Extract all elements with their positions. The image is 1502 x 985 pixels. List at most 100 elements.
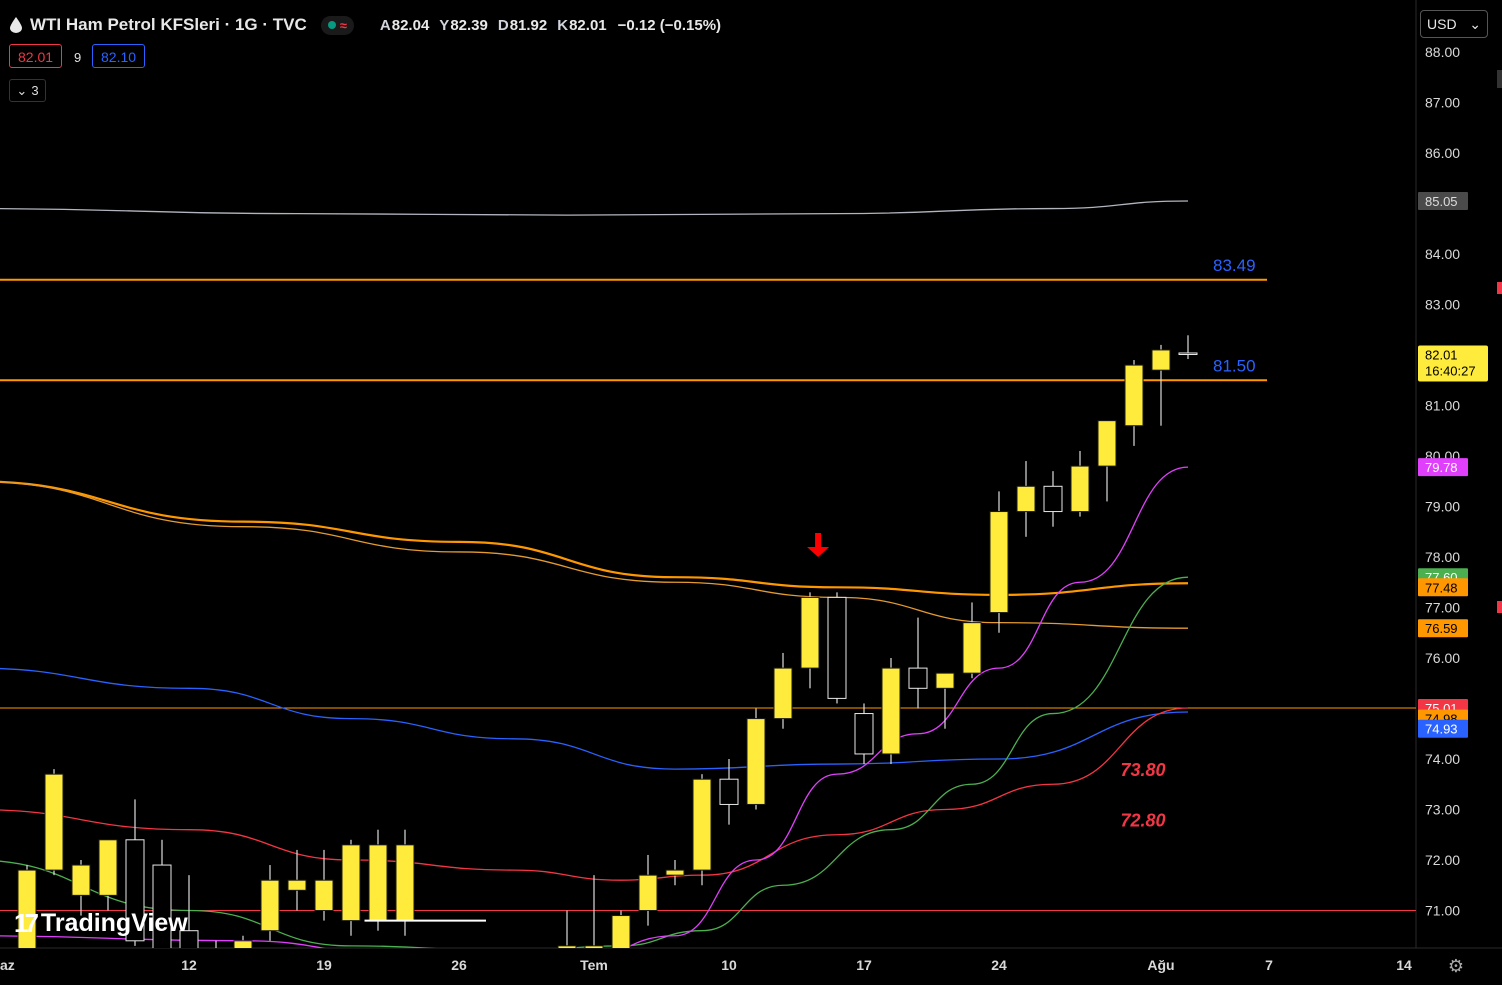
candle-body[interactable] xyxy=(98,839,118,896)
price-tick-label: 87.00 xyxy=(1425,95,1460,111)
horizontal-line-label: 81.50 xyxy=(1213,356,1256,375)
time-tick-label: 14 xyxy=(1396,957,1412,973)
buy-price-button[interactable]: 82.10 xyxy=(92,44,146,68)
candle-body[interactable] xyxy=(908,667,928,689)
chart-header: WTI Ham Petrol KFSleri · 1G · TVC ≈ A82.… xyxy=(10,12,721,38)
price-tick-label: 79.00 xyxy=(1425,499,1460,515)
candle-body[interactable] xyxy=(341,844,361,922)
ohlc-readout: A82.04 Y82.39 D81.92 K82.01 −0.12 (−0.15… xyxy=(379,16,722,34)
candle-body[interactable] xyxy=(395,844,415,922)
moving-average-line xyxy=(0,480,1189,596)
price-chart[interactable]: 83.4981.5073.8072.8088.0087.0086.0085.00… xyxy=(0,0,1502,985)
candle-body[interactable] xyxy=(746,718,766,805)
chevron-down-icon: ⌄ xyxy=(16,82,28,98)
price-tick-label: 71.00 xyxy=(1425,903,1460,919)
candle-body[interactable] xyxy=(1097,420,1117,467)
candle-body[interactable] xyxy=(800,596,820,669)
chevron-down-icon: ⌄ xyxy=(1469,15,1481,32)
candle-body[interactable] xyxy=(1016,485,1036,513)
time-tick-label: Tem xyxy=(580,957,608,973)
candle-body[interactable] xyxy=(1178,352,1198,355)
currency-label: USD xyxy=(1427,16,1457,32)
time-tick-label: 7 xyxy=(1265,957,1273,973)
candle-body[interactable] xyxy=(935,672,955,689)
candle-body[interactable] xyxy=(287,879,307,891)
candle-body[interactable] xyxy=(584,945,604,956)
tradingview-logo: 17 TradingView xyxy=(14,908,188,939)
time-tick-label: 17 xyxy=(856,957,872,973)
candle-body[interactable] xyxy=(827,596,847,699)
price-tick-label: 72.00 xyxy=(1425,852,1460,868)
price-tick-label: 86.00 xyxy=(1425,145,1460,161)
horizontal-line-label: 83.49 xyxy=(1213,256,1256,275)
last-price-label: 82.01 xyxy=(1425,347,1458,362)
candle-body[interactable] xyxy=(1124,364,1144,427)
price-tick-label: 81.00 xyxy=(1425,398,1460,414)
indicators-toggle[interactable]: ⌄ 3 xyxy=(9,79,46,102)
price-tick-label: 88.00 xyxy=(1425,44,1460,60)
time-tick-label: 26 xyxy=(451,957,467,973)
oil-drop-icon xyxy=(10,17,22,33)
price-axis-badge-label: 76.59 xyxy=(1425,621,1458,636)
candle-body[interactable] xyxy=(260,879,280,932)
price-tick-label: 84.00 xyxy=(1425,246,1460,262)
currency-select[interactable]: USD ⌄ xyxy=(1420,10,1488,38)
market-status[interactable]: ≈ xyxy=(320,15,354,35)
market-open-icon xyxy=(327,21,336,29)
price-axis-badge-label: 77.48 xyxy=(1425,580,1458,595)
time-tick-label: Ağu xyxy=(1147,957,1174,973)
price-axis-badge-label: 85.05 xyxy=(1425,194,1458,209)
candle-body[interactable] xyxy=(1070,465,1090,513)
candle-body[interactable] xyxy=(611,915,631,951)
time-tick-label: 10 xyxy=(721,957,737,973)
candle-body[interactable] xyxy=(557,945,577,956)
candle-body[interactable] xyxy=(207,951,225,961)
price-annotation: 73.80 xyxy=(1121,760,1166,780)
price-tick-label: 83.00 xyxy=(1425,297,1460,313)
time-tick-label: az xyxy=(0,957,15,973)
bar-countdown-label: 16:40:27 xyxy=(1425,363,1476,378)
symbol-title[interactable]: WTI Ham Petrol KFSleri · 1G · TVC xyxy=(30,15,307,35)
candle-body[interactable] xyxy=(773,667,793,720)
indicators-count: 3 xyxy=(31,83,39,98)
candle-body[interactable] xyxy=(638,874,658,912)
edge-marker xyxy=(1497,282,1502,294)
candle-body[interactable] xyxy=(854,713,874,755)
price-axis-badge-label: 79.78 xyxy=(1425,460,1458,475)
price-axis-badge-label: 74.93 xyxy=(1425,722,1458,737)
candle-body[interactable] xyxy=(44,773,64,871)
candle-body[interactable] xyxy=(692,778,712,871)
logo-text: TradingView xyxy=(40,909,188,937)
moving-average-line xyxy=(0,200,1189,216)
candle-body[interactable] xyxy=(719,778,739,805)
wave-icon: ≈ xyxy=(339,17,347,33)
moving-average-line xyxy=(0,707,1189,881)
price-annotation: 72.80 xyxy=(1121,811,1166,831)
moving-average-line xyxy=(0,481,1189,629)
settings-icon[interactable]: ⚙ xyxy=(1446,956,1466,976)
sell-price-button[interactable]: 82.01 xyxy=(9,44,63,68)
price-tick-label: 77.00 xyxy=(1425,600,1460,616)
price-tick-label: 78.00 xyxy=(1425,549,1460,565)
candle-body[interactable] xyxy=(989,511,1009,614)
candle-body[interactable] xyxy=(233,940,253,951)
candle-body[interactable] xyxy=(1043,485,1063,513)
candle-body[interactable] xyxy=(962,622,982,674)
candle-body[interactable] xyxy=(314,879,334,912)
candle-body[interactable] xyxy=(71,864,91,896)
time-tick-label: 12 xyxy=(181,957,197,973)
tv-mark-icon: 17 xyxy=(14,908,39,938)
candle-body[interactable] xyxy=(881,667,901,755)
down-arrow-icon[interactable] xyxy=(807,533,830,557)
time-tick-label: 24 xyxy=(991,957,1007,973)
price-tick-label: 73.00 xyxy=(1425,802,1460,818)
candle-body[interactable] xyxy=(368,844,388,922)
candle-body[interactable] xyxy=(665,869,685,876)
spread-value: 9 xyxy=(74,50,82,65)
edge-marker xyxy=(1497,601,1502,613)
time-tick-label: 19 xyxy=(316,957,332,973)
candle-body[interactable] xyxy=(1151,349,1171,371)
edge-scroll[interactable] xyxy=(1497,70,1502,88)
price-tick-label: 74.00 xyxy=(1425,751,1460,767)
price-tick-label: 76.00 xyxy=(1425,650,1460,666)
